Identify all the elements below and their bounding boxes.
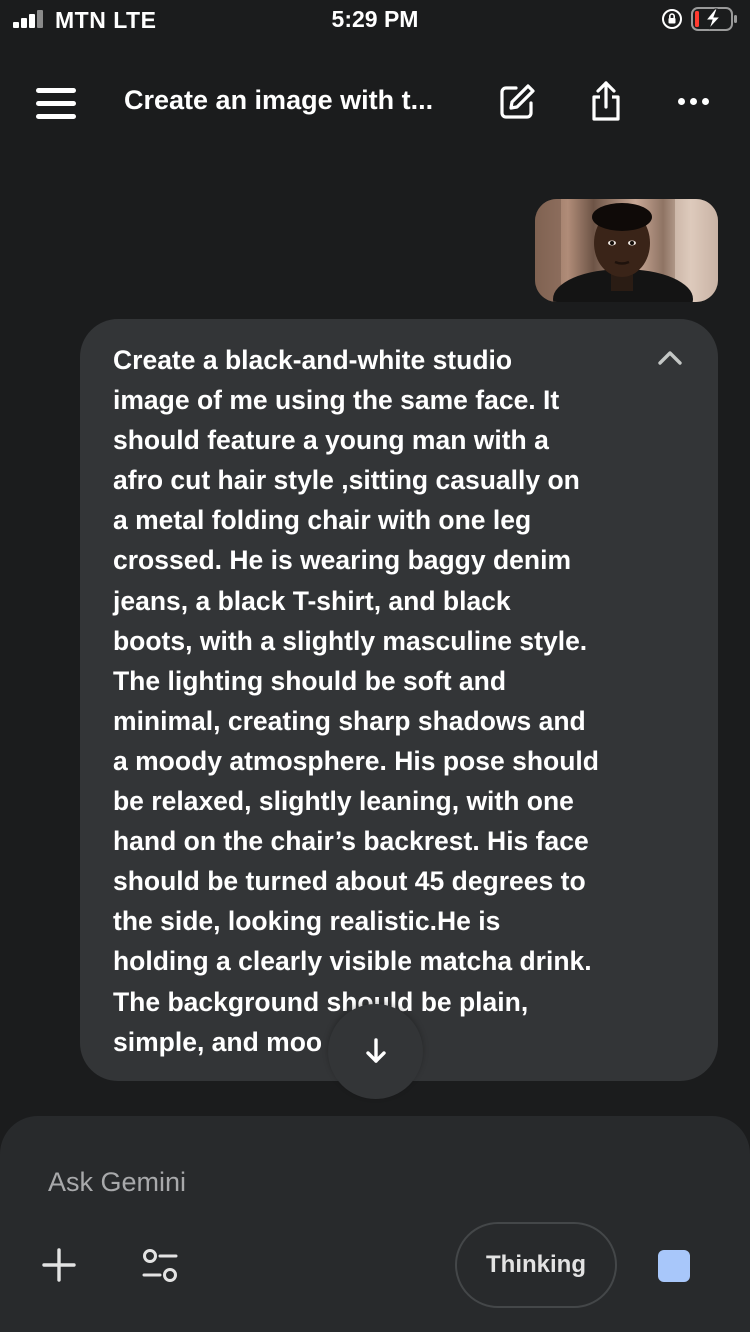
prompt-line: minimal, creating sharp shadows and xyxy=(113,705,586,736)
prompt-line: should feature a young man with a xyxy=(113,425,549,456)
composer-panel: Thinking xyxy=(0,1116,750,1332)
prompt-line: Create a black-and-white studio xyxy=(113,345,513,375)
prompt-line: afro cut hair style ,sitting casually on xyxy=(113,465,580,496)
arrow-down-icon xyxy=(366,1038,386,1063)
prompt-line: boots, with a slightly masculine style. xyxy=(113,625,588,656)
person-photo-icon xyxy=(535,199,718,302)
prompt-text: Create a black-and-white studio image of… xyxy=(113,340,653,1062)
prompt-line: hand on the chair’s backrest. His face xyxy=(113,826,589,857)
more-icon[interactable] xyxy=(676,96,712,108)
tools-icon[interactable] xyxy=(140,1246,180,1286)
rotation-lock-icon xyxy=(662,9,682,29)
chevron-up-icon[interactable] xyxy=(654,345,686,369)
top-app-bar: Create an image with t... xyxy=(0,64,750,144)
chat-title: Create an image with t... xyxy=(124,85,434,115)
hamburger-menu-icon[interactable] xyxy=(36,88,76,120)
ask-gemini-input[interactable] xyxy=(48,1162,648,1202)
model-mode-button[interactable]: Thinking xyxy=(455,1222,617,1308)
battery-charging-icon xyxy=(691,7,737,31)
prompt-line: the side, looking realistic.He is xyxy=(113,906,501,937)
prompt-line: be relaxed, slightly leaning, with one xyxy=(113,786,574,817)
prompt-line: a metal folding chair with one leg xyxy=(113,505,532,536)
prompt-line: crossed. He is wearing baggy denim xyxy=(113,545,572,576)
share-icon[interactable] xyxy=(588,80,624,122)
prompt-line: image of me using the same face. It xyxy=(113,385,560,416)
status-time: 5:29 PM xyxy=(331,6,419,32)
prompt-line: The lighting should be soft and xyxy=(113,665,507,696)
prompt-line: holding a clearly visible matcha drink. xyxy=(113,946,592,977)
gemini-chat-screen: MTN LTE 5:29 PM Create an image with t..… xyxy=(0,0,750,1332)
edit-icon[interactable] xyxy=(498,83,536,121)
attached-photo-thumbnail[interactable] xyxy=(535,199,718,302)
prompt-line: should be turned about 45 degrees to xyxy=(113,866,586,897)
stop-icon[interactable] xyxy=(658,1250,690,1282)
user-prompt-bubble: Create a black-and-white studio image of… xyxy=(80,319,718,1081)
prompt-line: jeans, a black T-shirt, and black xyxy=(113,585,511,616)
prompt-line: a moody atmosphere. His pose should xyxy=(113,745,599,776)
status-bar: MTN LTE 5:29 PM xyxy=(0,0,750,40)
plus-icon[interactable] xyxy=(40,1246,78,1284)
scroll-to-bottom-button[interactable] xyxy=(328,1004,423,1099)
